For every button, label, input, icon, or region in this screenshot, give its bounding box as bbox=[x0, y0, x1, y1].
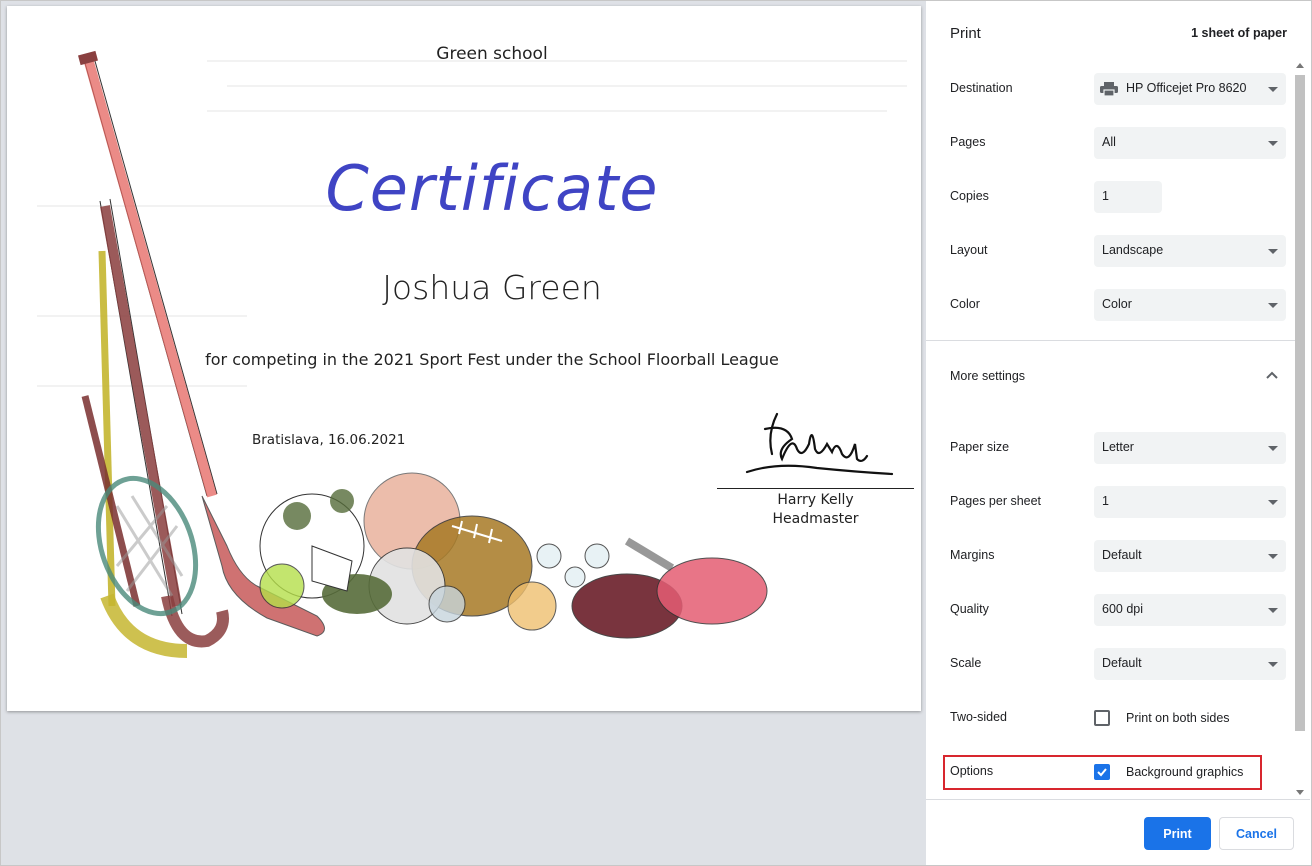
background-graphics-checkbox[interactable] bbox=[1094, 764, 1110, 780]
pages-per-sheet-label: Pages per sheet bbox=[950, 494, 1042, 508]
settings-scrollbar[interactable] bbox=[1293, 59, 1307, 799]
color-row: Color Color bbox=[950, 289, 1286, 321]
paper-size-label: Paper size bbox=[950, 440, 1010, 454]
destination-value: HP Officejet Pro 8620 bbox=[1126, 81, 1247, 95]
copies-row: Copies 1 bbox=[950, 181, 1286, 213]
signer-role: Headmaster bbox=[772, 511, 859, 527]
pages-select[interactable]: All bbox=[1094, 127, 1286, 159]
two-sided-checkbox[interactable] bbox=[1094, 710, 1110, 726]
two-sided-row: Two-sided Print on both sides bbox=[950, 702, 1286, 734]
quality-value: 600 dpi bbox=[1102, 602, 1144, 616]
sheet-count: 1 sheet of paper bbox=[1191, 26, 1287, 40]
copies-value: 1 bbox=[1102, 189, 1109, 203]
layout-row: Layout Landscape bbox=[950, 235, 1286, 267]
copies-label: Copies bbox=[950, 189, 989, 203]
signature-line bbox=[717, 488, 914, 489]
two-sided-checkbox-label[interactable]: Print on both sides bbox=[1126, 711, 1230, 725]
school-name: Green school bbox=[436, 44, 548, 64]
destination-label: Destination bbox=[950, 81, 1013, 95]
scale-label: Scale bbox=[950, 656, 982, 670]
print-title: Print bbox=[950, 25, 981, 42]
chevron-down-icon bbox=[1268, 446, 1278, 451]
pages-per-sheet-value: 1 bbox=[1102, 494, 1109, 508]
options-row: Options Background graphics bbox=[950, 756, 1286, 788]
print-header: Print 1 sheet of paper bbox=[950, 25, 1287, 45]
two-sided-label: Two-sided bbox=[950, 710, 1007, 724]
destination-select[interactable]: HP Officejet Pro 8620 bbox=[1094, 73, 1286, 105]
paper-size-value: Letter bbox=[1102, 440, 1134, 454]
color-value: Color bbox=[1102, 297, 1132, 311]
print-footer: Print Cancel bbox=[926, 799, 1310, 865]
quality-label: Quality bbox=[950, 602, 989, 616]
checkmark-icon bbox=[1097, 768, 1107, 777]
margins-value: Default bbox=[1102, 548, 1142, 562]
print-button[interactable]: Print bbox=[1144, 817, 1211, 850]
place-and-date: Bratislava, 16.06.2021 bbox=[252, 432, 406, 448]
paper-size-row: Paper size Letter bbox=[950, 432, 1286, 464]
chevron-down-icon bbox=[1268, 303, 1278, 308]
chevron-down-icon bbox=[1268, 500, 1278, 505]
layout-select[interactable]: Landscape bbox=[1094, 235, 1286, 267]
settings-list[interactable]: Destination HP Officejet Pro 8620 Pages … bbox=[926, 59, 1296, 799]
certificate-reason: for competing in the 2021 Sport Fest und… bbox=[205, 350, 779, 369]
scroll-up-arrow-icon[interactable] bbox=[1296, 63, 1304, 68]
printer-icon bbox=[1100, 82, 1118, 96]
scale-value: Default bbox=[1102, 656, 1142, 670]
pages-per-sheet-select[interactable]: 1 bbox=[1094, 486, 1286, 518]
scrollbar-thumb[interactable] bbox=[1295, 75, 1305, 731]
print-preview-area: Green school Certificate Joshua Green fo… bbox=[0, 0, 926, 866]
chevron-down-icon bbox=[1268, 554, 1278, 559]
signer-name: Harry Kelly bbox=[777, 492, 854, 508]
scale-select[interactable]: Default bbox=[1094, 648, 1286, 680]
certificate-page: Green school Certificate Joshua Green fo… bbox=[7, 6, 921, 711]
copies-input[interactable]: 1 bbox=[1094, 181, 1162, 213]
recipient-name: Joshua Green bbox=[382, 268, 602, 307]
divider bbox=[926, 340, 1296, 341]
background-graphics-label[interactable]: Background graphics bbox=[1126, 765, 1243, 779]
more-settings-label: More settings bbox=[950, 369, 1026, 383]
color-label: Color bbox=[950, 297, 980, 311]
chevron-down-icon bbox=[1268, 662, 1278, 667]
destination-row: Destination HP Officejet Pro 8620 bbox=[950, 73, 1286, 105]
margins-select[interactable]: Default bbox=[1094, 540, 1286, 572]
margins-label: Margins bbox=[950, 548, 995, 562]
chevron-down-icon bbox=[1268, 87, 1278, 92]
certificate-title: Certificate bbox=[325, 152, 659, 225]
chevron-up-icon bbox=[1266, 371, 1278, 379]
pages-row: Pages All bbox=[950, 127, 1286, 159]
handwritten-signature bbox=[745, 412, 894, 476]
pages-value: All bbox=[1102, 135, 1116, 149]
quality-select[interactable]: 600 dpi bbox=[1094, 594, 1286, 626]
more-settings-toggle[interactable]: More settings bbox=[950, 365, 1286, 389]
options-label: Options bbox=[950, 764, 994, 778]
margins-row: Margins Default bbox=[950, 540, 1286, 572]
color-select[interactable]: Color bbox=[1094, 289, 1286, 321]
paper-size-select[interactable]: Letter bbox=[1094, 432, 1286, 464]
pages-per-sheet-row: Pages per sheet 1 bbox=[950, 486, 1286, 518]
layout-label: Layout bbox=[950, 243, 988, 257]
cancel-button[interactable]: Cancel bbox=[1219, 817, 1294, 850]
chevron-down-icon bbox=[1268, 608, 1278, 613]
chevron-down-icon bbox=[1268, 141, 1278, 146]
scroll-down-arrow-icon[interactable] bbox=[1296, 790, 1304, 795]
layout-value: Landscape bbox=[1102, 243, 1164, 257]
quality-row: Quality 600 dpi bbox=[950, 594, 1286, 626]
print-settings-sidebar: Print 1 sheet of paper Destination HP Of… bbox=[926, 0, 1312, 866]
chevron-down-icon bbox=[1268, 249, 1278, 254]
scale-row: Scale Default bbox=[950, 648, 1286, 680]
pages-label: Pages bbox=[950, 135, 986, 149]
